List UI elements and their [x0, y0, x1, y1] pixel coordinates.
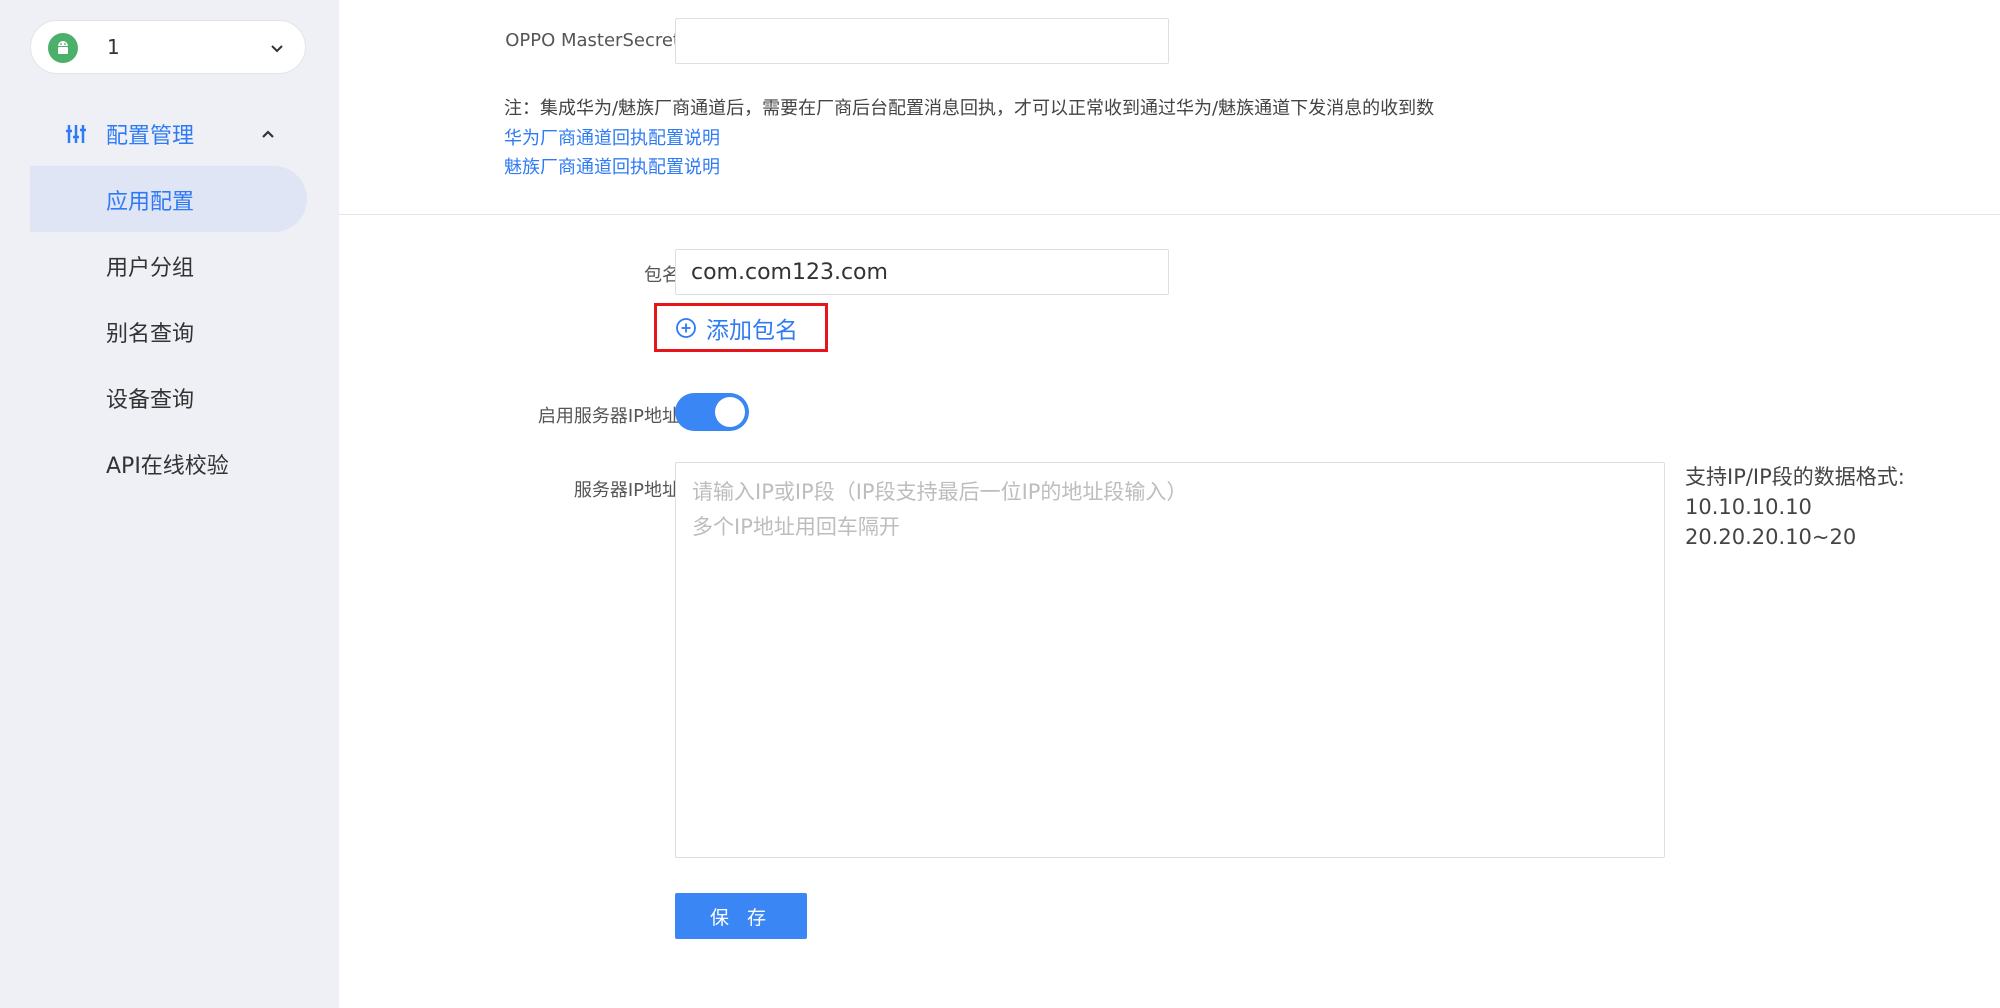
- oppo-master-secret-label: OPPO MasterSecret: [505, 30, 680, 51]
- sidebar: 1 配置管理 应用配置 用户分组 别名查询 设备查询 API在线校验: [0, 0, 339, 1008]
- server-ip-toggle-label: 启用服务器IP地址: [537, 406, 680, 427]
- add-package-label: 添加包名: [706, 317, 798, 344]
- ip-format-hint-title: 支持IP/IP段的数据格式:: [1685, 465, 1905, 489]
- section-divider: [339, 214, 2000, 215]
- ip-format-hint: 支持IP/IP段的数据格式: 10.10.10.10 20.20.20.10~2…: [1685, 462, 1905, 552]
- chevron-down-icon: [271, 45, 283, 53]
- app-name: 1: [107, 35, 120, 59]
- sidebar-item-label: 用户分组: [106, 256, 195, 281]
- huawei-receipt-link[interactable]: 华为厂商通道回执配置说明: [504, 124, 720, 150]
- sidebar-item-label: 设备查询: [106, 388, 195, 413]
- app-selector[interactable]: 1: [30, 20, 306, 74]
- menu-group-config[interactable]: 配置管理: [0, 108, 339, 160]
- package-name-input[interactable]: [675, 249, 1169, 295]
- sidebar-item-device-query[interactable]: 设备查询: [30, 364, 307, 430]
- server-ip-label: 服务器IP地址: [573, 480, 680, 501]
- sidebar-item-label: 别名查询: [106, 322, 195, 347]
- server-ip-toggle[interactable]: [675, 393, 749, 431]
- sidebar-item-app-config[interactable]: 应用配置: [30, 166, 307, 232]
- sidebar-item-label: API在线校验: [106, 454, 229, 479]
- toggle-knob: [715, 397, 745, 427]
- channel-note: 注：集成华为/魅族厂商通道后，需要在厂商后台配置消息回执，才可以正常收到通过华为…: [504, 98, 1435, 119]
- ip-format-example-2: 20.20.20.10~20: [1685, 525, 1857, 549]
- meizu-receipt-link[interactable]: 魅族厂商通道回执配置说明: [504, 153, 720, 179]
- sidebar-item-user-groups[interactable]: 用户分组: [30, 232, 307, 298]
- sidebar-item-alias-query[interactable]: 别名查询: [30, 298, 307, 364]
- menu-group-label: 配置管理: [106, 124, 195, 149]
- ip-format-example-1: 10.10.10.10: [1685, 495, 1812, 519]
- android-icon: [48, 33, 78, 63]
- add-package-button[interactable]: 添加包名: [654, 303, 828, 352]
- save-button[interactable]: 保 存: [675, 893, 807, 939]
- sliders-icon: [66, 125, 86, 143]
- chevron-up-icon: [262, 130, 274, 138]
- oppo-master-secret-input[interactable]: [675, 18, 1169, 64]
- main-content: OPPO MasterSecret 注：集成华为/魅族厂商通道后，需要在厂商后台…: [339, 0, 2000, 1008]
- server-ip-textarea[interactable]: [675, 462, 1665, 858]
- plus-circle-icon: [676, 317, 696, 338]
- sidebar-item-api-check[interactable]: API在线校验: [30, 430, 307, 496]
- sidebar-item-label: 应用配置: [106, 190, 195, 215]
